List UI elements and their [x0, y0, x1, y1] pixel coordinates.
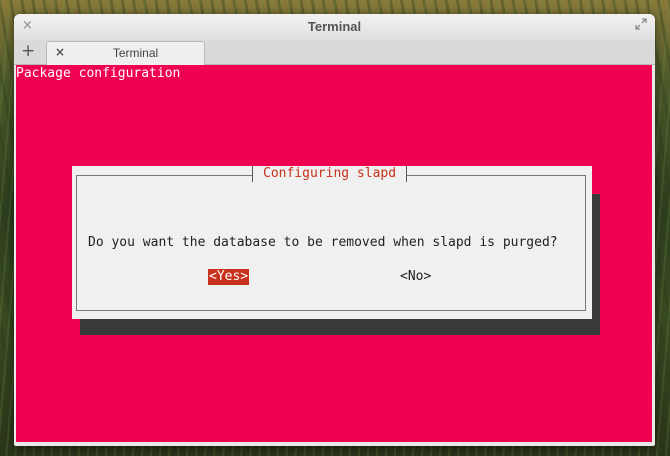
package-configuration-header: Package configuration — [16, 66, 181, 81]
maximize-icon[interactable] — [635, 18, 647, 30]
tab-terminal[interactable]: × Terminal — [46, 41, 205, 65]
config-dialog: Configuring slapd Do you want the databa… — [72, 166, 592, 319]
title-bar[interactable]: × Terminal — [14, 14, 655, 41]
plus-icon[interactable]: + — [21, 41, 35, 61]
close-icon[interactable]: × — [55, 45, 65, 59]
tab-label: Terminal — [112, 46, 159, 60]
dialog-question: Do you want the database to be removed w… — [88, 235, 558, 250]
terminal-area[interactable]: Package configuration Configuring slapd … — [16, 65, 652, 442]
yes-button[interactable]: <Yes> — [208, 269, 250, 285]
dialog-title: Configuring slapd — [252, 166, 408, 182]
window-title: Terminal — [307, 19, 362, 34]
tab-bar: + × Terminal — [14, 40, 655, 65]
no-button[interactable]: <No> — [400, 269, 431, 285]
terminal-window: × Terminal + × Terminal Package configur… — [14, 14, 655, 446]
